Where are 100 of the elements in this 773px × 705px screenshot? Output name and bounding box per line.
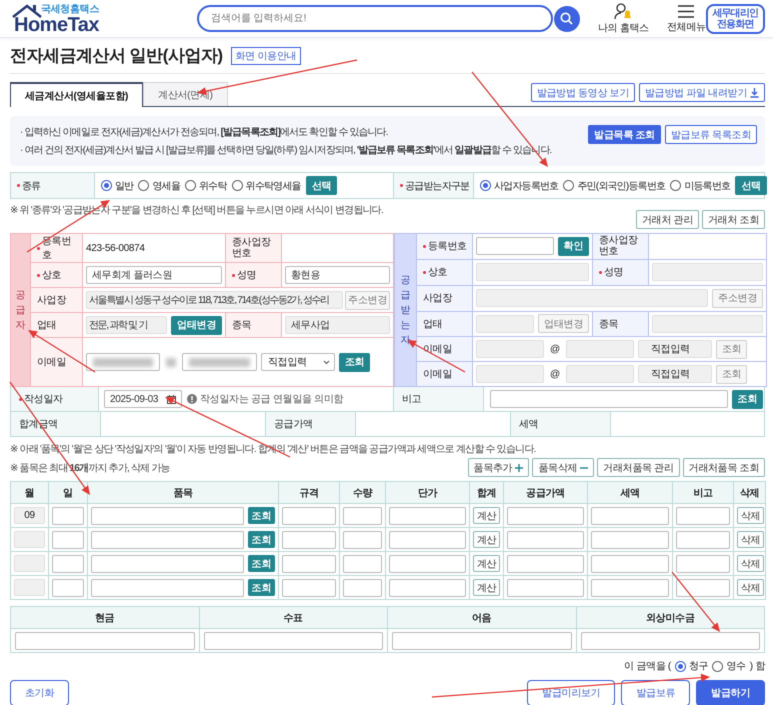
delete-button[interactable]: 삭제	[737, 507, 764, 524]
input-field[interactable]	[580, 632, 760, 650]
tab[interactable]: 계산서(면세)	[143, 82, 228, 106]
radio-button[interactable]	[232, 180, 243, 191]
issue-button[interactable]: 발급보류	[621, 680, 690, 705]
input-field[interactable]	[507, 530, 584, 548]
delete-button[interactable]: 삭제	[737, 579, 764, 596]
input-field[interactable]	[52, 554, 84, 572]
input-field[interactable]	[591, 554, 669, 572]
menu-label[interactable]: 나의 홈택스	[598, 20, 649, 34]
person-bell-icon[interactable]	[614, 2, 632, 20]
search-field[interactable]: 검색어를 입력하세요!	[196, 5, 553, 32]
item-action-button[interactable]: 품목추가	[468, 458, 530, 477]
radio-button[interactable]	[674, 660, 686, 672]
lookup-button[interactable]: 조회	[248, 531, 275, 548]
input-field[interactable]	[507, 578, 584, 596]
lookup-button[interactable]: 조회	[248, 507, 275, 524]
item-action-button[interactable]: 거래처품목 관리	[597, 458, 680, 477]
list-button[interactable]: 발급목록 조회	[588, 125, 661, 144]
menu-label[interactable]: 전체메뉴	[666, 20, 706, 34]
issue-button[interactable]: 발급하기	[696, 680, 765, 705]
input-field[interactable]	[507, 506, 584, 524]
issue-button[interactable]: 발급미리보기	[527, 680, 616, 705]
input-field[interactable]	[676, 578, 730, 596]
column-header: 품목	[88, 482, 278, 504]
calculate-button[interactable]: 계산	[473, 507, 500, 524]
input-field[interactable]	[476, 237, 554, 256]
calculate-button[interactable]: 계산	[473, 555, 500, 572]
input-field[interactable]	[282, 530, 336, 548]
guide-link-button[interactable]: 발급방법 파일 내려받기	[639, 83, 765, 102]
input-field[interactable]	[282, 554, 336, 572]
delete-button[interactable]: 삭제	[737, 555, 764, 572]
input-field[interactable]	[15, 632, 194, 650]
delete-button[interactable]: 삭제	[737, 531, 764, 548]
input-field[interactable]	[490, 390, 728, 408]
blurred-field[interactable]	[182, 353, 257, 371]
lookup-button[interactable]: 조회	[732, 390, 763, 408]
email-domain-select[interactable]: 직접입력	[261, 353, 335, 371]
guide-button[interactable]: 화면 이용안내	[230, 46, 302, 64]
input-field[interactable]	[204, 632, 383, 650]
input-field[interactable]	[389, 554, 466, 572]
input-field[interactable]	[676, 554, 730, 572]
calculate-button[interactable]: 계산	[473, 579, 500, 596]
input-field[interactable]: 황현용	[285, 266, 390, 284]
input-field[interactable]	[343, 506, 382, 524]
menu-icon[interactable]	[677, 4, 696, 18]
input-field[interactable]	[282, 506, 336, 524]
agent-button[interactable]: 세무대리인 전용화면	[706, 4, 765, 34]
input-field[interactable]	[91, 506, 244, 524]
item-action-button[interactable]: 품목삭제	[532, 458, 594, 477]
guide-link-button[interactable]: 발급방법 동영상 보기	[530, 83, 636, 102]
input-field[interactable]	[91, 530, 244, 548]
item-action-button[interactable]: 거래처품목 조회	[682, 458, 765, 477]
input-field[interactable]	[52, 506, 84, 524]
blurred-field[interactable]	[86, 353, 160, 371]
input-field[interactable]	[389, 530, 466, 548]
logo-name[interactable]: HomeTax	[14, 14, 100, 34]
input-field[interactable]	[282, 578, 336, 596]
input-field[interactable]	[389, 506, 466, 524]
tab[interactable]: 세금계산서(영세율포함)	[10, 82, 144, 107]
input-field[interactable]	[507, 554, 584, 572]
input-field[interactable]	[392, 632, 572, 650]
info-icon	[187, 394, 197, 404]
radio-button[interactable]	[101, 180, 112, 191]
radio-button[interactable]	[670, 180, 682, 191]
lookup-button[interactable]: 조회	[248, 579, 275, 596]
field-label: 성명	[237, 269, 256, 282]
calendar-icon[interactable]	[167, 394, 176, 404]
input-field[interactable]	[343, 554, 382, 572]
radio-button[interactable]	[138, 180, 150, 191]
partner-button[interactable]: 거래처 관리	[636, 210, 700, 229]
radio-button[interactable]	[480, 180, 491, 191]
lookup-button[interactable]: 조회	[339, 352, 370, 372]
confirm-button[interactable]: 확인	[558, 236, 589, 256]
partner-button[interactable]: 거래처 조회	[702, 210, 765, 229]
radio-label: 영수	[726, 660, 746, 673]
select-button[interactable]: 선택	[306, 176, 338, 195]
input-field[interactable]	[343, 530, 382, 548]
list-button[interactable]: 발급보류 목록조회	[664, 125, 757, 144]
radio-button[interactable]	[712, 660, 724, 672]
input-field[interactable]	[52, 530, 84, 548]
reset-button[interactable]: 초기화	[10, 680, 70, 705]
input-field[interactable]	[676, 506, 730, 524]
input-field[interactable]	[52, 578, 84, 596]
lookup-button[interactable]: 조회	[248, 555, 275, 572]
input-field[interactable]	[676, 530, 730, 548]
input-field[interactable]	[91, 578, 244, 596]
date-field[interactable]: 2025-09-03	[104, 390, 182, 408]
input-field[interactable]	[591, 530, 669, 548]
input-field[interactable]	[591, 506, 669, 524]
input-field[interactable]: 세무회계 플러스원	[86, 266, 222, 284]
input-field[interactable]	[389, 578, 466, 596]
input-field[interactable]	[91, 554, 244, 572]
calculate-button[interactable]: 계산	[473, 531, 500, 548]
radio-button[interactable]	[185, 180, 196, 191]
select-button[interactable]: 선택	[735, 176, 767, 195]
search-button[interactable]	[554, 6, 580, 32]
input-field[interactable]	[343, 578, 382, 596]
radio-button[interactable]	[563, 180, 574, 191]
input-field[interactable]	[591, 578, 669, 596]
